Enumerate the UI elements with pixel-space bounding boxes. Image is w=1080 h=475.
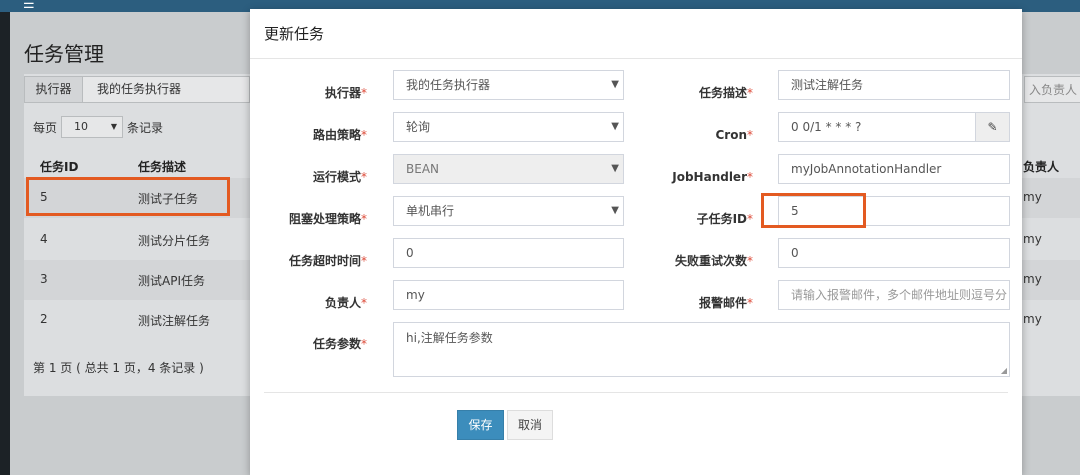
row-desc: 测试注解任务 [138,314,211,328]
row-owner: my [1023,232,1042,246]
page-size-prefix: 每页 [33,121,58,135]
label-run-mode: 运行模式* [312,170,367,184]
modal-title: 更新任务 [264,25,325,43]
table-row[interactable]: 3 测试API任务 [24,260,250,300]
save-button[interactable]: 保存 [457,410,504,440]
label-executor: 执行器* [324,86,367,100]
caret-down-icon: ▼ [611,121,619,132]
cron-input[interactable]: 0 0/1 * * * ? [778,112,976,142]
row-owner-cell: my [1022,178,1080,218]
col-header-owner[interactable]: 负责人 [1023,158,1059,175]
row-owner: my [1023,312,1042,326]
hamburger-menu-icon[interactable]: ☰ [23,0,35,12]
row-id: 2 [40,312,48,326]
label-params: 任务参数* [312,337,367,351]
update-job-modal: 更新任务 执行器* 路由策略* 运行模式* 阻塞处理策略* 任务超时时间* 负责… [250,9,1022,475]
alarm-email-input[interactable]: 请输入报警邮件，多个邮件地址则逗号分 [778,280,1010,310]
executor-filter-label: 执行器 [25,77,83,102]
label-retry-count: 失败重试次数* [674,254,753,268]
label-block-strategy: 阻塞处理策略* [288,212,367,226]
row-desc: 测试分片任务 [138,234,211,248]
caret-down-icon: ▼ [611,79,619,90]
block-strategy-select[interactable]: 单机串行 ▼ [393,196,624,226]
table-row[interactable]: 4 测试分片任务 [24,220,250,260]
caret-down-icon: ▼ [110,122,118,131]
row-owner: my [1023,190,1042,204]
jobhandler-input[interactable]: myJobAnnotationHandler [778,154,1010,184]
row-owner-cell: my [1022,300,1080,340]
owner-search-input[interactable]: 入负责人 [1024,76,1080,103]
page-size-select[interactable]: 10 ▼ [61,116,124,138]
col-header-id[interactable]: 任务ID [40,158,78,175]
label-owner: 负责人* [324,296,367,310]
row-owner: my [1023,272,1042,286]
timeout-input[interactable]: 0 [393,238,624,268]
params-textarea[interactable]: hi,注解任务参数 ◢ [393,322,1010,377]
executor-filter[interactable]: 执行器 我的任务执行器 [24,76,250,103]
pagination-info: 第 1 页 ( 总共 1 页，4 条记录 ) [33,361,204,375]
resize-grip-icon[interactable]: ◢ [1001,366,1007,375]
job-desc-input[interactable]: 测试注解任务 [778,70,1010,100]
page-size-control: 每页 10 ▼ 条记录 [33,116,164,140]
divider [250,58,1022,59]
highlight-annotation [761,193,866,228]
caret-down-icon: ▼ [611,205,619,216]
page-size-suffix: 条记录 [127,121,164,135]
row-id: 3 [40,272,48,286]
label-alarm-email: 报警邮件* [698,296,753,310]
label-cron: Cron* [715,128,753,142]
row-id: 4 [40,232,48,246]
page-title: 任务管理 [24,42,104,66]
edit-icon[interactable]: ✎ [975,112,1010,142]
highlight-annotation [26,177,230,216]
cancel-button[interactable]: 取消 [507,410,553,440]
col-header-desc[interactable]: 任务描述 [138,158,186,175]
label-job-desc: 任务描述* [698,86,753,100]
label-jobhandler: JobHandler* [672,170,753,184]
label-timeout: 任务超时时间* [288,254,367,268]
executor-select[interactable]: 我的任务执行器 ▼ [393,70,624,100]
page-size-value: 10 [74,120,89,133]
label-child-job-id: 子任务ID* [696,212,753,226]
table-row[interactable]: 2 测试注解任务 [24,300,250,340]
owner-input[interactable]: my [393,280,624,310]
sidebar [0,12,10,475]
row-owner-cell: my [1022,220,1080,260]
divider [264,392,1008,393]
label-route: 路由策略* [312,128,367,142]
route-strategy-select[interactable]: 轮询 ▼ [393,112,624,142]
executor-filter-value[interactable]: 我的任务执行器 [97,77,181,102]
row-owner-cell: my [1022,260,1080,300]
run-mode-select: BEAN ▼ [393,154,624,184]
caret-down-icon: ▼ [611,163,619,174]
row-desc: 测试API任务 [138,274,205,288]
retry-count-input[interactable]: 0 [778,238,1010,268]
